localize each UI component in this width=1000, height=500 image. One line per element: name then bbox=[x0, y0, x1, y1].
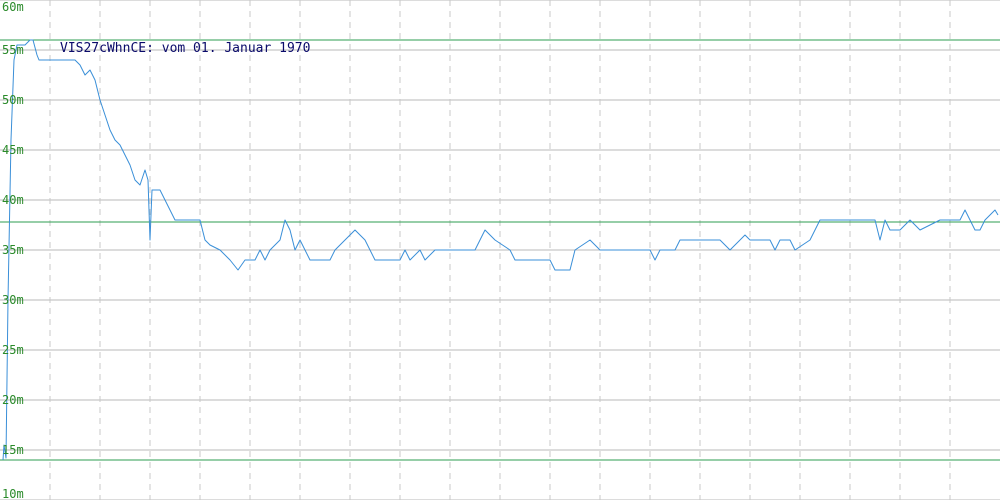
y-tick-label-9: 55m bbox=[2, 43, 24, 57]
y-tick-label-10: 60m bbox=[2, 0, 24, 14]
y-tick-label-6: 40m bbox=[2, 193, 24, 207]
y-tick-label-0: 10m bbox=[2, 487, 24, 500]
y-tick-label-8: 50m bbox=[2, 93, 24, 107]
chart-title: VIS27cWhnCE: vom 01. Januar 1970 bbox=[60, 41, 310, 56]
y-tick-label-7: 45m bbox=[2, 143, 24, 157]
y-tick-label-3: 25m bbox=[2, 343, 24, 357]
y-tick-label-1: 15m bbox=[2, 443, 24, 457]
line-chart: 10m 15m 20m 25m 30m 35m 40m 45m 50m 55m 60m VIS27c… bbox=[0, 0, 1000, 500]
y-tick-label-2: 20m bbox=[2, 393, 24, 407]
y-tick-label-4: 30m bbox=[2, 293, 24, 307]
y-tick-label-5: 35m bbox=[2, 243, 24, 257]
